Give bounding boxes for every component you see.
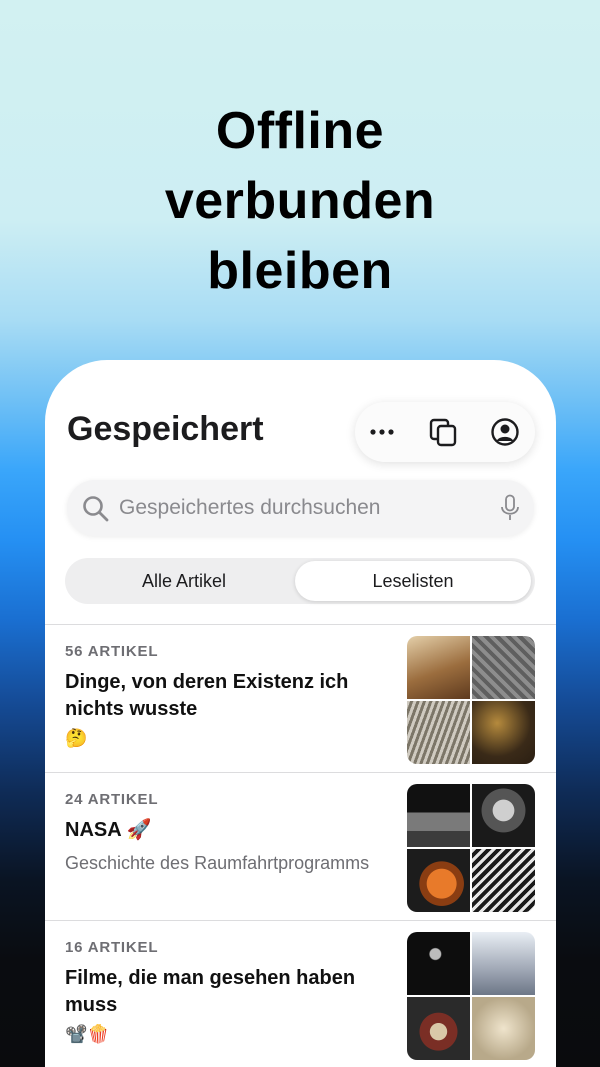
list-thumbnail <box>407 784 535 912</box>
list-emoji: 🤔 <box>65 728 88 748</box>
list-title: NASA 🚀 <box>65 819 152 841</box>
phone-screen: Gespeichert Alle Artikel Leselisten <box>45 360 556 1067</box>
account-icon[interactable] <box>490 417 520 447</box>
headline-line-2: verbunden <box>164 172 436 230</box>
list-title: Dinge, von deren Existenz ich nichts wus… <box>65 671 349 720</box>
search-icon <box>83 496 109 522</box>
list-title: Filme, die man gesehen haben muss <box>65 967 356 1016</box>
list-emoji: 📽️🍿 <box>65 1024 110 1044</box>
reading-list-item[interactable]: 56 ARTIKEL Dinge, von deren Existenz ich… <box>45 625 556 773</box>
headline-line-1: Offline <box>215 102 385 160</box>
reading-list-item[interactable]: 24 ARTIKEL NASA 🚀 Geschichte des Raumfah… <box>45 773 556 921</box>
headline-line-3: bleiben <box>207 242 393 300</box>
reading-list-item[interactable]: 16 ARTIKEL Filme, die man gesehen haben … <box>45 921 556 1067</box>
list-thumbnail <box>407 932 535 1060</box>
list-thumbnail <box>407 636 535 764</box>
article-count: 56 ARTIKEL <box>65 643 159 660</box>
segmented-control: Alle Artikel Leselisten <box>65 558 535 604</box>
tab-reading-lists[interactable]: Leselisten <box>295 561 531 601</box>
list-description: Geschichte des Raumfahrtprogramms <box>65 853 370 873</box>
tab-all-articles[interactable]: Alle Artikel <box>69 561 299 601</box>
promo-headline: Offline verbunden bleiben <box>0 96 600 306</box>
article-count: 24 ARTIKEL <box>65 791 159 808</box>
microphone-icon[interactable] <box>499 494 521 522</box>
article-count: 16 ARTIKEL <box>65 939 159 956</box>
search-bar[interactable] <box>67 480 534 536</box>
search-input[interactable] <box>119 490 489 526</box>
more-options-icon[interactable] <box>367 417 397 447</box>
toolbar-pill <box>355 402 535 462</box>
tabs-icon[interactable] <box>428 417 458 447</box>
page-title: Gespeichert <box>67 410 264 448</box>
